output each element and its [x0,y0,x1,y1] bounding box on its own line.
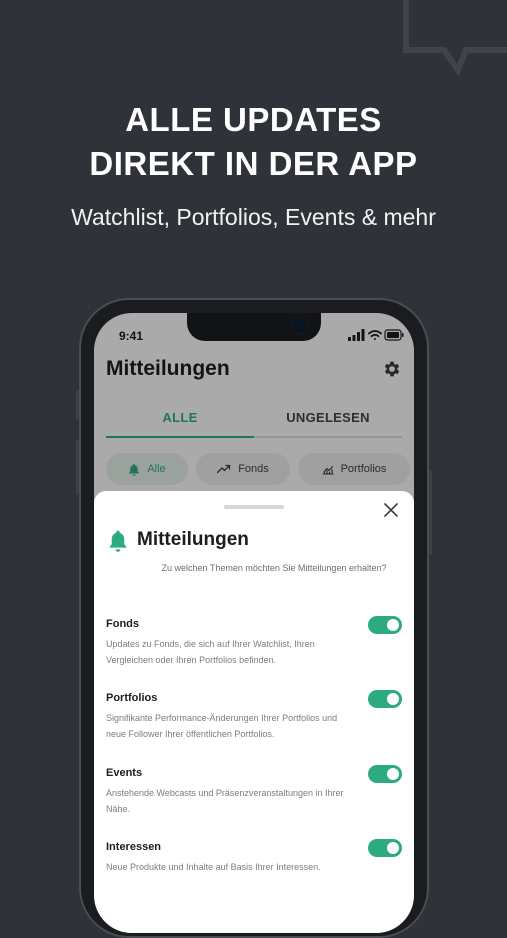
setting-description: Anstehende Webcasts und Präsenzveranstal… [106,788,344,814]
setting-item-portfolios: Portfolios Signifikante Performance-Ände… [106,690,402,742]
setting-item-events: Events Anstehende Webcasts und Präsenzve… [106,765,402,817]
headline: ALLE UPDATES DIREKT IN DER APP [0,98,507,186]
subtitle: Watchlist, Portfolios, Events & mehr [71,204,436,230]
setting-title: Portfolios [106,692,158,704]
drag-handle[interactable] [224,505,284,509]
headline-line-2: DIREKT IN DER APP [89,145,418,182]
toggle-portfolios[interactable] [368,690,402,708]
notification-settings-sheet: Mitteilungen Zu welchen Themen möchten S… [94,491,414,933]
setting-title: Interessen [106,841,162,853]
setting-item-interessen: Interessen Neue Produkte und Inhalte auf… [106,839,402,875]
toggle-fonds[interactable] [368,616,402,634]
phone-side-button [76,440,79,495]
phone-side-button [429,470,432,555]
setting-description: Neue Produkte und Inhalte auf Basis Ihre… [106,862,321,872]
setting-title: Fonds [106,618,139,630]
bell-icon [109,530,127,552]
toggle-interessen[interactable] [368,839,402,857]
setting-item-fonds: Fonds Updates zu Fonds, die sich auf Ihr… [106,616,402,668]
sheet-subtitle: Zu welchen Themen möchten Sie Mitteilung… [161,563,387,573]
headline-line-1: ALLE UPDATES [125,101,382,138]
setting-description: Updates zu Fonds, die sich auf Ihrer Wat… [106,639,315,665]
speech-bubble-icon [403,0,507,77]
phone-side-button [76,390,79,420]
setting-title: Events [106,767,143,779]
toggle-events[interactable] [368,765,402,783]
setting-description: Signifikante Performance-Änderungen Ihre… [106,713,338,739]
sheet-title: Mitteilungen [137,529,249,550]
close-icon[interactable] [384,503,398,517]
phone-screen: 9:41 Mitteilungen ALLE UNGELESEN Alle Fo… [94,313,414,933]
